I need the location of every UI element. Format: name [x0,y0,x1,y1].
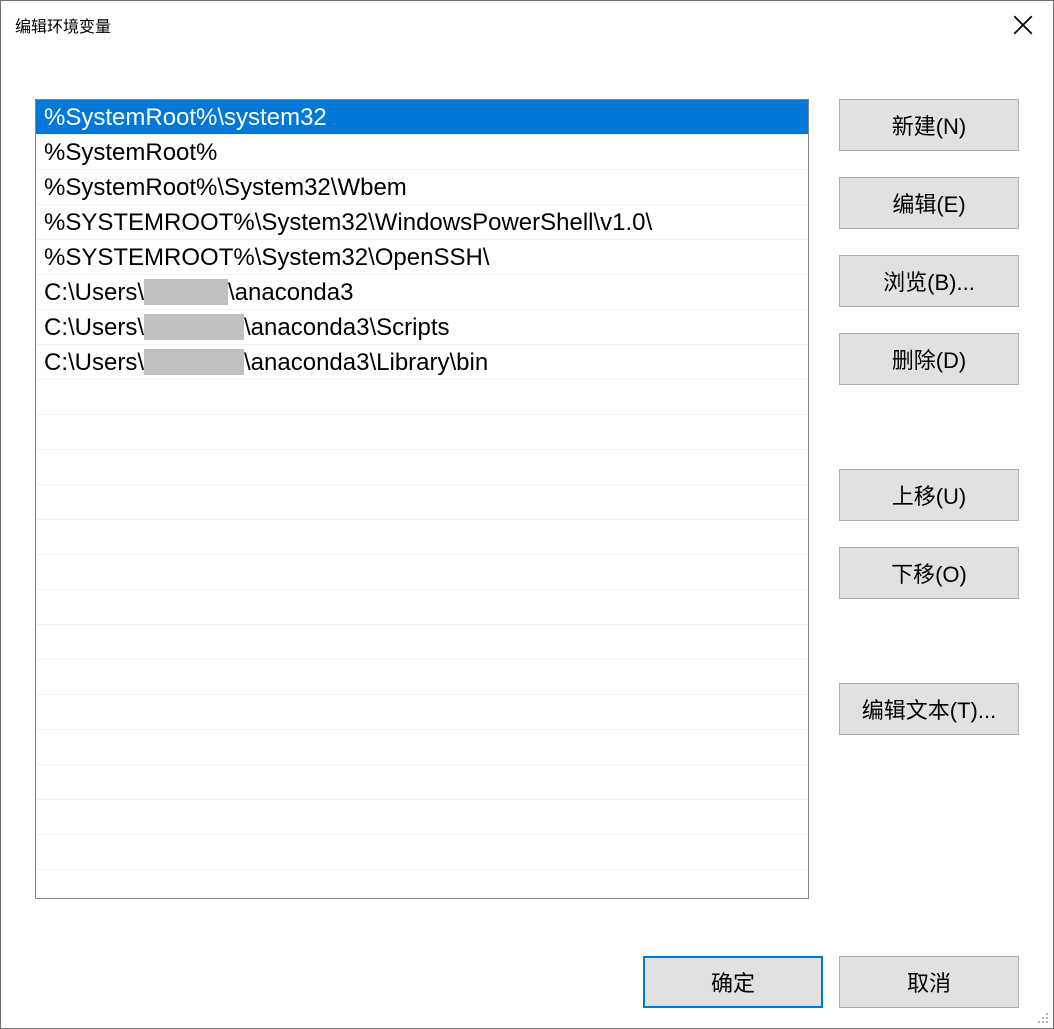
list-item[interactable] [36,415,808,450]
redacted-username [144,314,244,340]
close-icon [1013,15,1033,35]
list-item[interactable] [36,800,808,835]
ok-button[interactable]: 确定 [643,956,823,1008]
env-var-editor-dialog: 编辑环境变量 %SystemRoot%\system32%SystemRoot%… [0,0,1054,1029]
list-item[interactable] [36,660,808,695]
delete-button[interactable]: 删除(D) [839,333,1019,385]
resize-grip[interactable] [1033,1008,1049,1024]
list-item[interactable] [36,625,808,660]
list-item[interactable]: %SystemRoot% [36,135,808,170]
list-item[interactable] [36,695,808,730]
list-item[interactable]: %SystemRoot%\System32\Wbem [36,170,808,205]
titlebar: 编辑环境变量 [1,1,1053,49]
new-button[interactable]: 新建(N) [839,99,1019,151]
list-item-prefix: %SYSTEMROOT%\System32\OpenSSH\ [44,244,489,271]
button-column: 新建(N) 编辑(E) 浏览(B)... 删除(D) 上移(U) 下移(O) 编… [839,99,1019,916]
list-item[interactable]: C:\Users\ \anaconda3\Scripts [36,310,808,345]
cancel-button[interactable]: 取消 [839,956,1019,1008]
list-item[interactable] [36,520,808,555]
window-title: 编辑环境变量 [15,13,111,37]
list-item[interactable] [36,730,808,765]
close-button[interactable] [993,1,1053,49]
list-item-suffix: \anaconda3 [228,279,353,306]
list-item-prefix: %SystemRoot%\System32\Wbem [44,174,407,201]
list-item[interactable]: %SystemRoot%\system32 [36,100,808,135]
resize-grip-icon [1033,1008,1049,1024]
list-item[interactable] [36,485,808,520]
browse-button[interactable]: 浏览(B)... [839,255,1019,307]
path-listbox[interactable]: %SystemRoot%\system32 %SystemRoot% %System… [35,99,809,899]
list-item[interactable] [36,590,808,625]
list-item-prefix: C:\Users\ [44,349,144,376]
list-item-prefix: C:\Users\ [44,314,144,341]
dialog-footer: 确定 取消 [35,916,1019,1008]
edit-button[interactable]: 编辑(E) [839,177,1019,229]
list-item[interactable] [36,765,808,800]
list-item[interactable] [36,835,808,870]
list-item[interactable]: C:\Users\ \anaconda3\Library\bin [36,345,808,380]
list-item[interactable] [36,450,808,485]
list-item[interactable] [36,555,808,590]
move-down-button[interactable]: 下移(O) [839,547,1019,599]
redacted-username [144,349,244,375]
list-item-prefix: C:\Users\ [44,279,144,306]
main-row: %SystemRoot%\system32 %SystemRoot% %System… [35,99,1019,916]
list-item[interactable]: %SYSTEMROOT%\System32\WindowsPowerShell\… [36,205,808,240]
list-item-prefix: %SYSTEMROOT%\System32\WindowsPowerShell\… [44,209,652,236]
edit-text-button[interactable]: 编辑文本(T)... [839,683,1019,735]
list-item-suffix: \anaconda3\Scripts [244,314,449,341]
list-item-prefix: %SystemRoot% [44,139,217,166]
list-item[interactable] [36,380,808,415]
move-up-button[interactable]: 上移(U) [839,469,1019,521]
redacted-username [144,279,228,305]
list-item[interactable]: %SYSTEMROOT%\System32\OpenSSH\ [36,240,808,275]
dialog-content: %SystemRoot%\system32 %SystemRoot% %System… [1,49,1053,1028]
list-item-suffix: \anaconda3\Library\bin [244,349,488,376]
list-item-prefix: %SystemRoot%\system32 [44,104,327,131]
list-item[interactable]: C:\Users\ \anaconda3 [36,275,808,310]
